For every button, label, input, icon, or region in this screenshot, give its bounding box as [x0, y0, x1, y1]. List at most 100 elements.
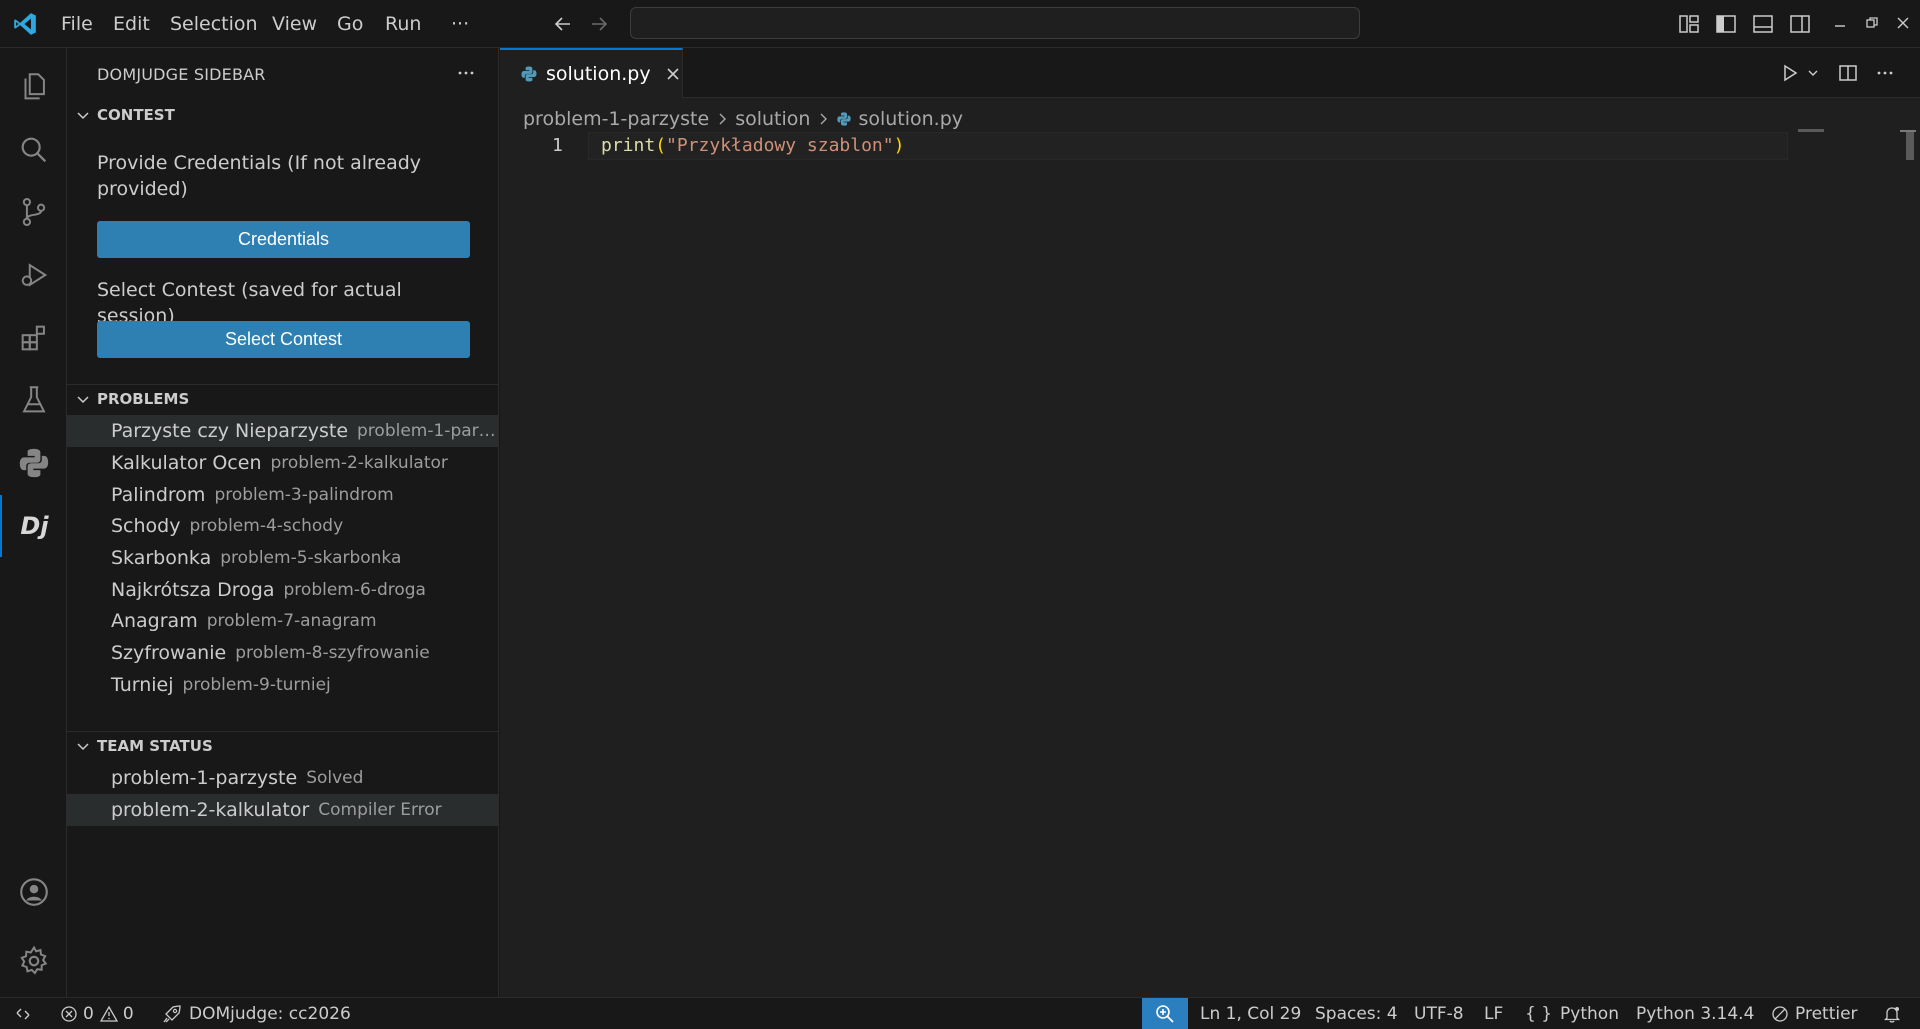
rocket-icon	[162, 1004, 182, 1024]
extensions-icon[interactable]	[0, 307, 67, 369]
explorer-icon[interactable]	[0, 56, 67, 118]
problem-item[interactable]: Skarbonka problem-5-skarbonka	[67, 542, 498, 574]
section-header-team-status[interactable]: TEAM STATUS	[67, 731, 498, 760]
tab-solution-py[interactable]: solution.py	[500, 48, 683, 98]
domjudge-icon[interactable]: Dj	[0, 495, 67, 557]
section-header-contest[interactable]: CONTEST	[67, 101, 498, 129]
chevron-down-icon	[75, 738, 91, 754]
run-debug-icon[interactable]	[0, 244, 67, 306]
team-status-item[interactable]: problem-2-kalkulator Compiler Error	[67, 794, 498, 826]
status-bar: 0 0 DOMjudge: cc2026 Ln 1, Col 29 Spaces…	[0, 997, 1920, 1029]
breadcrumb-file[interactable]: solution.py	[858, 108, 963, 130]
menu-selection[interactable]: Selection	[170, 0, 258, 48]
problem-name: Kalkulator Ocen	[111, 452, 262, 474]
section-header-problems[interactable]: PROBLEMS	[67, 384, 498, 413]
source-control-icon[interactable]	[0, 181, 67, 243]
problem-item[interactable]: Palindrom problem-3-palindrom	[67, 479, 498, 511]
credentials-button[interactable]: Credentials	[97, 221, 470, 258]
vertical-scrollbar[interactable]	[1906, 132, 1914, 160]
credentials-description: Provide Credentials (If not already prov…	[97, 152, 422, 200]
editor-more-actions-icon[interactable]	[1876, 64, 1894, 82]
settings-gear-icon[interactable]	[0, 930, 67, 992]
problem-name: Szyfrowanie	[111, 642, 227, 664]
section-title-team-status: TEAM STATUS	[97, 737, 213, 755]
team-status-problem: problem-2-kalkulator	[111, 799, 310, 821]
problem-id: problem-6-droga	[283, 580, 426, 600]
sidebar-title: DOMJUDGE SIDEBAR	[97, 65, 266, 84]
arrow-right-icon[interactable]	[588, 13, 610, 35]
line-number: 1	[552, 135, 563, 156]
code-function: print	[601, 135, 656, 156]
cursor-position[interactable]: Ln 1, Col 29	[1200, 998, 1301, 1029]
select-contest-button[interactable]: Select Contest	[97, 321, 470, 358]
notifications-bell-icon[interactable]	[1882, 998, 1902, 1029]
python-file-icon	[836, 111, 852, 127]
indentation[interactable]: Spaces: 4	[1315, 998, 1398, 1029]
problem-item[interactable]: Schody problem-4-schody	[67, 510, 498, 542]
toggle-secondary-sidebar-icon[interactable]	[1789, 13, 1811, 35]
chevron-down-icon	[75, 391, 91, 407]
testing-icon[interactable]	[0, 369, 67, 431]
account-icon[interactable]	[0, 861, 67, 923]
end-of-line[interactable]: LF	[1484, 998, 1503, 1029]
vscode-logo-icon	[12, 11, 38, 37]
close-tab-icon[interactable]	[665, 66, 681, 82]
menu-file[interactable]: File	[61, 0, 93, 48]
close-window-icon[interactable]	[1895, 15, 1911, 31]
restore-icon[interactable]	[1864, 15, 1880, 31]
team-status-result: Solved	[306, 768, 364, 788]
more-actions-icon[interactable]	[457, 64, 475, 82]
domjudge-status[interactable]: DOMjudge: cc2026	[162, 998, 351, 1029]
search-icon[interactable]	[0, 119, 67, 181]
command-center-search[interactable]	[630, 7, 1360, 39]
menu-go[interactable]: Go	[337, 0, 363, 48]
menu-edit[interactable]: Edit	[113, 0, 150, 48]
chevron-right-icon	[816, 112, 830, 126]
problem-item[interactable]: Turniej problem-9-turniej	[67, 669, 498, 701]
toggle-panel-icon[interactable]	[1752, 13, 1774, 35]
problem-id: problem-2-kalkulator	[270, 453, 448, 473]
run-python-file-icon[interactable]	[1780, 63, 1800, 83]
error-icon	[60, 1005, 78, 1023]
problem-item[interactable]: Kalkulator Ocen problem-2-kalkulator	[67, 447, 498, 479]
menu-more[interactable]: ···	[451, 0, 469, 48]
code-open-paren: (	[655, 135, 667, 156]
customize-layout-icon[interactable]	[1678, 13, 1700, 35]
toggle-primary-sidebar-icon[interactable]	[1715, 13, 1737, 35]
problem-name: Parzyste czy Nieparzyste	[111, 420, 349, 442]
split-editor-icon[interactable]	[1838, 63, 1858, 83]
problem-item[interactable]: Anagram problem-7-anagram	[67, 605, 498, 637]
menu-run[interactable]: Run	[385, 0, 421, 48]
problem-id: problem-9-turniej	[182, 675, 331, 695]
problem-item[interactable]: Szyfrowanie problem-8-szyfrowanie	[67, 637, 498, 669]
encoding[interactable]: UTF-8	[1414, 998, 1464, 1029]
domjudge-sidebar: DOMJUDGE SIDEBAR CONTEST Provide Credent…	[67, 48, 499, 997]
arrow-left-icon[interactable]	[552, 13, 574, 35]
domjudge-contest-label: DOMjudge: cc2026	[189, 1003, 351, 1024]
section-title-contest: CONTEST	[97, 106, 175, 124]
problem-name: Anagram	[111, 610, 198, 632]
breadcrumb-subfolder[interactable]: solution	[735, 108, 810, 130]
python-interpreter[interactable]: Python 3.14.4	[1636, 998, 1754, 1029]
run-dropdown-chevron-down-icon[interactable]	[1807, 67, 1819, 79]
problem-name: Palindrom	[111, 484, 206, 506]
zoom-in-icon[interactable]	[1142, 998, 1188, 1029]
section-title-problems: PROBLEMS	[97, 390, 190, 408]
language-mode[interactable]: { } Python	[1525, 998, 1619, 1029]
problem-item[interactable]: Najkrótsza Droga problem-6-droga	[67, 574, 498, 606]
problem-item[interactable]: Parzyste czy Nieparzyste problem-1-parzy…	[67, 415, 498, 447]
code-line[interactable]: print("Przykładowy szablon")	[601, 132, 904, 160]
team-status-item[interactable]: problem-1-parzyste Solved	[67, 762, 498, 794]
problem-name: Najkrótsza Droga	[111, 579, 275, 601]
tab-label: solution.py	[546, 63, 651, 85]
breadcrumb-folder[interactable]: problem-1-parzyste	[523, 108, 709, 130]
menu-view[interactable]: View	[272, 0, 317, 48]
prettier-status[interactable]: Prettier	[1771, 998, 1858, 1029]
tab-bar: solution.py	[500, 48, 1920, 98]
python-file-icon	[520, 65, 538, 83]
remote-indicator-icon[interactable]	[14, 998, 32, 1029]
minimize-icon[interactable]	[1832, 15, 1848, 31]
minimap[interactable]	[1798, 129, 1824, 132]
problems-status[interactable]: 0 0	[60, 998, 134, 1029]
python-icon[interactable]	[0, 432, 67, 494]
